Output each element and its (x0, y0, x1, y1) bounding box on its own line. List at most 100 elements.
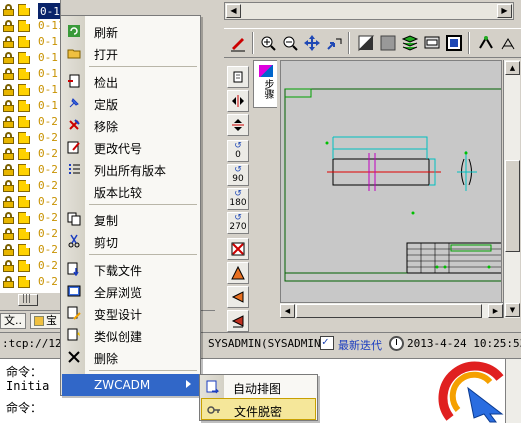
zoom-out-icon[interactable] (280, 33, 300, 53)
menu-item-6[interactable]: 列出所有版本 (62, 158, 199, 180)
menu-item-3[interactable]: 定版 (62, 92, 199, 114)
top-horizontal-scrollbar[interactable]: ◀ ▶ (224, 2, 514, 20)
folder-icon (34, 316, 44, 326)
tab-files[interactable]: 文.. (0, 313, 26, 329)
tree-item[interactable]: 0-2 (0, 178, 60, 194)
scrollbar-thumb[interactable] (505, 160, 520, 252)
menu-item-label: 变型设计 (94, 308, 143, 322)
tree-item[interactable]: 0-2 (0, 146, 60, 162)
view-0-icon[interactable] (227, 66, 249, 88)
remove-icon (66, 118, 81, 132)
tree-item[interactable]: 0-2 (0, 162, 60, 178)
tree-item-label: 0-2 (38, 147, 58, 160)
menu-item-14[interactable]: 删除 (62, 346, 199, 368)
scroll-up-arrow-icon[interactable]: ▲ (505, 61, 520, 75)
menu-item-label: ZWCADM (94, 378, 151, 392)
user-text: SYSADMIN(SYSADMIN) (208, 337, 328, 350)
lock-icon (3, 148, 14, 160)
select-arrow-icon[interactable] (476, 33, 496, 53)
rotate-0-button[interactable]: ↺ 0 (227, 140, 249, 162)
zoom-in-icon[interactable] (258, 33, 278, 53)
tree-item[interactable]: 0-1 (0, 82, 60, 98)
measure-icon[interactable] (498, 33, 518, 53)
command-line: 命令： (6, 365, 43, 379)
scroll-left-arrow-icon[interactable]: ◀ (280, 304, 295, 318)
tab-secondary[interactable]: 宝 (30, 313, 61, 329)
lock-icon (3, 36, 14, 48)
arrow-mark-2-icon[interactable] (227, 310, 249, 332)
menu-item-10[interactable]: 下载文件 (62, 258, 199, 280)
menu-item-12[interactable]: 变型设计 (62, 302, 199, 324)
lock-icon (3, 276, 14, 288)
pan-icon[interactable] (302, 33, 322, 53)
menu-item-9[interactable]: 剪切 (62, 230, 199, 252)
rotate-180-button[interactable]: ↺ 180 (227, 188, 249, 210)
layers-icon[interactable] (400, 33, 420, 53)
menu-item-7[interactable]: 版本比较 (62, 180, 199, 202)
tree-item[interactable]: 0-2 (0, 226, 60, 242)
lock-icon (3, 212, 14, 224)
menu-item-label: 全屏浏览 (94, 286, 143, 300)
menu-item-5[interactable]: 更改代号 (62, 136, 199, 158)
tree-item[interactable]: 0-111 管脚 (0, 2, 60, 19)
scroll-right-arrow-icon[interactable]: ▶ (488, 304, 503, 318)
arrow-mark-icon[interactable] (227, 286, 249, 308)
tree-item[interactable]: 0-2 (0, 242, 60, 258)
menu-item-1[interactable]: 打开 (62, 42, 199, 64)
rotate-90-button[interactable]: ↺ 90 (227, 164, 249, 186)
tree-item[interactable]: 0-1 (0, 98, 60, 114)
toolbar-separator (348, 32, 350, 54)
cancel-markup-icon[interactable] (227, 238, 249, 260)
print-icon[interactable] (422, 33, 442, 53)
rotate-270-button[interactable]: ↺ 270 (227, 212, 249, 234)
steps-side-tab[interactable]: 步骤 (253, 60, 277, 108)
mirror-vertical-icon[interactable] (227, 114, 249, 136)
scroll-down-arrow-icon[interactable]: ▼ (505, 303, 520, 317)
tree-item[interactable]: 0-1 (0, 34, 60, 50)
canvas-vertical-scrollbar[interactable]: ▲ ▼ (503, 60, 520, 318)
document-icon (18, 196, 30, 208)
file-tree[interactable]: 0-111 管脚0-11 0-1 0-1 0-1 0-1 0-1 0-2 0-2 0-2 0-2 0… (0, 0, 61, 296)
menu-item-11[interactable]: 全屏浏览 (62, 280, 199, 302)
fullscreen-icon (66, 284, 81, 298)
tree-item[interactable]: 0-2 (0, 210, 60, 226)
canvas-horizontal-scrollbar[interactable]: ◀ ▶ (280, 302, 503, 318)
gray-fill-icon[interactable] (378, 33, 398, 53)
menu-item-auto-layout[interactable]: 自动排图 (201, 376, 316, 398)
tree-item[interactable]: 0-2 (0, 114, 60, 130)
command-prompt[interactable]: 命令： (6, 399, 42, 416)
tree-item[interactable]: 0-2 (0, 274, 60, 290)
tree-item[interactable]: 0-2 (0, 130, 60, 146)
rotate-label: 180 (229, 198, 247, 208)
scrollbar-thumb[interactable] (296, 304, 482, 318)
menu-separator (89, 370, 197, 371)
tree-item[interactable]: 0-1 (0, 66, 60, 82)
display-mode-icon[interactable] (356, 33, 376, 53)
menu-item-4[interactable]: 移除 (62, 114, 199, 136)
menu-item-8[interactable]: 复制 (62, 208, 199, 230)
tree-item[interactable]: 0-2 (0, 258, 60, 274)
triangle-mark-icon[interactable] (227, 262, 249, 284)
document-icon (18, 132, 30, 144)
lock-icon (3, 20, 14, 32)
menu-item-0[interactable]: 刷新 (62, 20, 199, 42)
viewer-toolbar (224, 28, 521, 58)
tree-horizontal-scrollbar[interactable] (0, 292, 62, 306)
scroll-right-arrow-icon[interactable]: ▶ (497, 4, 512, 18)
tree-item-label: 0-2 (38, 227, 58, 240)
menu-item-zwcadm[interactable]: ZWCADM (62, 374, 199, 396)
lock-icon (3, 180, 14, 192)
scrollbar-thumb[interactable] (18, 294, 38, 306)
tree-item[interactable]: 0-2 (0, 194, 60, 210)
window-frame-icon[interactable] (444, 33, 464, 53)
menu-item-13[interactable]: 类似创建 (62, 324, 199, 346)
scroll-left-arrow-icon[interactable]: ◀ (226, 4, 241, 18)
menu-item-file-declassify[interactable]: 文件脱密 (201, 398, 316, 420)
tree-item[interactable]: 0-1 (0, 50, 60, 66)
fit-view-icon[interactable] (324, 33, 344, 53)
mirror-horizontal-icon[interactable] (227, 90, 249, 112)
menu-item-2[interactable]: 检出 (62, 70, 199, 92)
tree-item[interactable]: 0-11 (0, 18, 60, 34)
drawing-canvas[interactable] (280, 60, 502, 318)
markup-pen-icon[interactable] (228, 33, 248, 53)
